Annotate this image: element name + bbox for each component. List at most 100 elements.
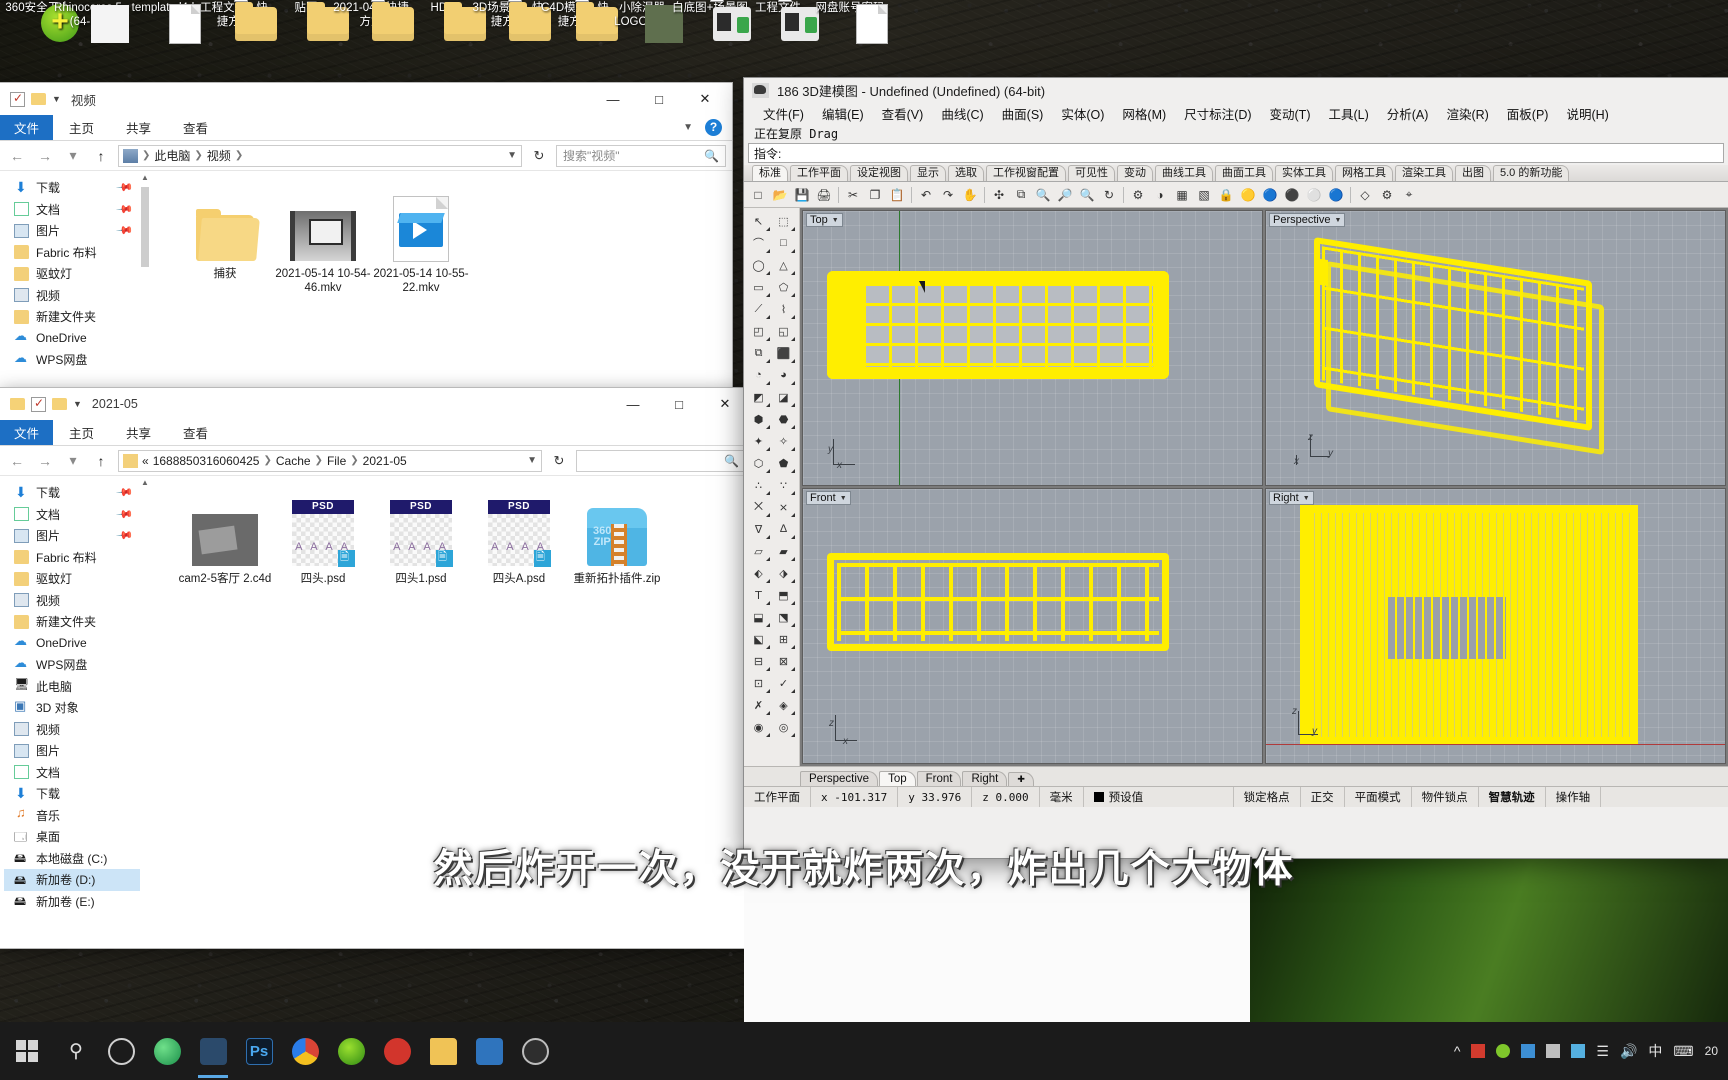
side-tool-27[interactable]: ⨉: [746, 496, 771, 518]
chevron-down-icon[interactable]: ▼: [1303, 495, 1310, 502]
ribbon-tab-share[interactable]: 共享: [110, 115, 167, 140]
side-tool-2[interactable]: ⬚: [771, 210, 796, 232]
toolbar-button-16[interactable]: 🔍: [1033, 185, 1053, 205]
recent-locations-button[interactable]: ▾: [62, 145, 84, 167]
rhino-menu-14[interactable]: 说明(H): [1557, 104, 1617, 123]
toolbar-button-26[interactable]: 🟡: [1238, 185, 1258, 205]
file-item[interactable]: 360 ZIP 重新拓扑插件.zip: [568, 490, 666, 586]
nav-item-2[interactable]: 文档 📌: [4, 199, 140, 221]
desktop-icon-9[interactable]: C4D模型 - 快捷方式: [537, 0, 618, 41]
breadcrumb-overflow[interactable]: «: [142, 454, 149, 468]
back-button[interactable]: ←: [6, 145, 28, 167]
nav-item-10[interactable]: 此电脑: [4, 676, 140, 698]
navigation-pane[interactable]: 下载 📌 文档 📌 图片 📌 Fabric 布料驱蚊灯视频新建文件夹 OneDrive WPS网…: [0, 171, 140, 367]
nav-item-12[interactable]: 视频: [4, 719, 140, 741]
quick-access-toolbar[interactable]: ▼: [4, 91, 61, 107]
toolbar-button-6[interactable]: ✂: [843, 185, 863, 205]
ribbon-tab-home[interactable]: 主页: [53, 115, 110, 140]
side-tool-20[interactable]: ⬣: [771, 408, 796, 430]
address-bar[interactable]: « 1688850316060425 ❯ Cache ❯ File ❯ 2021…: [118, 449, 542, 472]
breadcrumb-item-date[interactable]: 2021-05: [363, 454, 407, 468]
side-tool-7[interactable]: ▭: [746, 276, 771, 298]
rhino-command-area[interactable]: 指令:: [744, 143, 1728, 165]
search-input[interactable]: 搜索"视频" 🔍: [556, 144, 726, 167]
rhino-menu-13[interactable]: 面板(P): [1498, 104, 1558, 123]
rhino-menu-6[interactable]: 实体(O): [1052, 104, 1113, 123]
side-tool-23[interactable]: ⬡: [746, 452, 771, 474]
rhino-toolbar-tabs[interactable]: 标准 工作平面 设定视图 显示 选取 工作视窗配置 可见性 变动 曲线工具 曲面工具 实体工具 网格工…: [744, 165, 1728, 182]
rhino-side-toolbar[interactable]: ↖ ⬚ ⌒ □ ◯ △ ▭ ⬠ ⟋ ⌇ ◰ ◱ ⧉ ⬛ ◔ ◕ ◩ ◪ ⬢ ⬣ ✦ ✧ ⬡ ⬟ ∴ ∵ ⨉ ⨯ ∇ ∆ ▱ ▰ ⬖ ⬗ Ｔ ⬒ ⬓ ⬔ ⬕ ⊞…: [744, 208, 800, 766]
tray-ime-icon[interactable]: 中: [1648, 1041, 1662, 1061]
desktop-icon-10[interactable]: 小除湿器LOGO.png: [604, 2, 683, 43]
side-tool-32[interactable]: ▰: [771, 540, 796, 562]
desktop-icon-12[interactable]: 工程文件: [740, 0, 819, 41]
side-tool-9[interactable]: ⟋: [746, 298, 771, 320]
forward-button[interactable]: →: [34, 145, 56, 167]
viewport-label-perspective[interactable]: Perspective ▼: [1269, 213, 1346, 227]
refresh-button[interactable]: ↻: [528, 145, 550, 167]
toolbar-button-11[interactable]: ↷: [938, 185, 958, 205]
rhino-window[interactable]: 186 3D建模图 - Undefined (Undefined) (64-bi…: [744, 78, 1728, 858]
side-tool-19[interactable]: ⬢: [746, 408, 771, 430]
pin-icon[interactable]: 📌: [116, 221, 135, 240]
chevron-down-icon[interactable]: ▼: [832, 217, 839, 224]
nav-item-1[interactable]: 下载 📌: [4, 482, 140, 504]
side-tool-14[interactable]: ⬛: [771, 342, 796, 364]
rhino-toolbar-tab-9[interactable]: 曲线工具: [1155, 165, 1213, 181]
desktop-icon-4[interactable]: 工程文件 - 快捷方式: [196, 0, 277, 41]
viewport-tab-bar[interactable]: Perspective Top Front Right ✚: [744, 766, 1728, 786]
rhino-toolbar-tab-2[interactable]: 工作平面: [790, 165, 848, 181]
side-tool-29[interactable]: ∇: [746, 518, 771, 540]
ribbon-tabs[interactable]: 文件 主页 共享 查看 ▼ ?: [0, 115, 732, 141]
recent-locations-button[interactable]: ▾: [62, 450, 84, 472]
rhino-menu-7[interactable]: 网格(M): [1113, 104, 1175, 123]
toolbar-button-33[interactable]: ⚙: [1377, 185, 1397, 205]
taskbar-music-icon[interactable]: [374, 1022, 420, 1080]
breadcrumb-item-file[interactable]: File: [327, 454, 346, 468]
side-tool-22[interactable]: ✧: [771, 430, 796, 452]
nav-item-1[interactable]: 下载 📌: [4, 177, 140, 199]
toolbar-button-7[interactable]: ❐: [865, 185, 885, 205]
taskbar-360-icon[interactable]: [328, 1022, 374, 1080]
desktop-icon-2[interactable]: Rhinoceros 5 (64-bit): [50, 2, 129, 43]
viewport-tab-right[interactable]: Right: [962, 771, 1008, 786]
minimize-button[interactable]: —: [590, 84, 636, 115]
tray-keyboard-icon[interactable]: ⌨: [1673, 1043, 1693, 1060]
nav-item-3[interactable]: 图片 📌: [4, 220, 140, 242]
folder-icon[interactable]: [10, 398, 25, 410]
tray-expand-icon[interactable]: ^: [1454, 1043, 1461, 1059]
viewport-top[interactable]: Top ▼ x y: [802, 210, 1263, 486]
file-item[interactable]: PSDA A A A 四头1.psd: [372, 490, 470, 586]
toolbar-button-34[interactable]: ⌖: [1399, 185, 1419, 205]
nav-scrollbar[interactable]: ▲: [140, 171, 150, 367]
breadcrumb-item-id[interactable]: 1688850316060425: [153, 454, 260, 468]
ribbon-tabs[interactable]: 文件 主页 共享 查看: [0, 420, 752, 446]
side-tool-8[interactable]: ⬠: [771, 276, 796, 298]
nav-item-5[interactable]: 驱蚊灯: [4, 263, 140, 285]
rhino-menu-2[interactable]: 编辑(E): [813, 104, 873, 123]
toolbar-button-21[interactable]: ⚙: [1128, 185, 1148, 205]
rhino-toolbar-tab-3[interactable]: 设定视图: [850, 165, 908, 181]
side-tool-10[interactable]: ⌇: [771, 298, 796, 320]
tray-shield-icon[interactable]: [1521, 1044, 1536, 1058]
toolbar-button-30[interactable]: 🔵: [1326, 185, 1346, 205]
breadcrumb-item-cache[interactable]: Cache: [276, 454, 311, 468]
side-tool-1[interactable]: ↖: [746, 210, 771, 232]
system-tray[interactable]: ^ ☰ 🔊 中 ⌨ 20: [1454, 1041, 1728, 1061]
tray-wps-icon[interactable]: [1471, 1044, 1486, 1058]
rhino-toolbar-tab-1[interactable]: 标准: [752, 165, 788, 181]
search-icon[interactable]: 🔍: [704, 149, 719, 163]
status-cplane[interactable]: 工作平面: [744, 787, 811, 807]
viewport-label-top[interactable]: Top ▼: [806, 213, 843, 227]
chevron-down-icon[interactable]: ▼: [73, 399, 82, 409]
nav-item-8[interactable]: OneDrive: [4, 328, 140, 350]
rhino-status-bar[interactable]: 工作平面 x -101.317 y 33.976 z 0.000 毫米 预设值 …: [744, 786, 1728, 807]
chevron-down-icon[interactable]: ▼: [683, 122, 693, 133]
rhino-toolbar-tab-5[interactable]: 选取: [948, 165, 984, 181]
chevron-down-icon[interactable]: ▼: [52, 94, 61, 104]
taskbar-edge-icon[interactable]: [144, 1022, 190, 1080]
status-toggle-smarttrack[interactable]: 智慧轨迹: [1479, 787, 1546, 807]
rhino-menu-3[interactable]: 查看(V): [873, 104, 933, 123]
status-toggle-planar[interactable]: 平面模式: [1345, 787, 1412, 807]
address-bar[interactable]: ❯ 此电脑 ❯ 视频 ❯ ▼: [118, 144, 522, 167]
